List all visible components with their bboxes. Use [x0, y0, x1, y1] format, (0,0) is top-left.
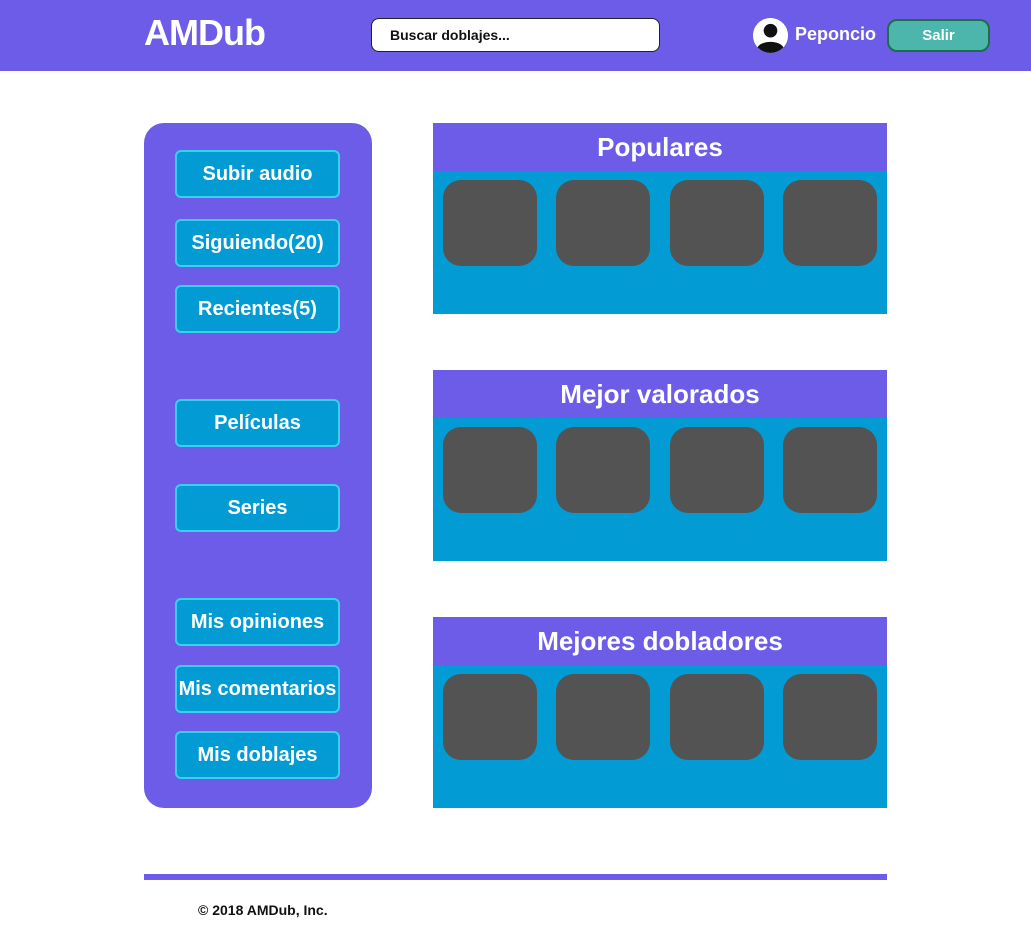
following-button[interactable]: Siguiendo(20): [175, 219, 340, 267]
my-reviews-button[interactable]: Mis opiniones: [175, 598, 340, 646]
dub-thumbnail[interactable]: [670, 427, 764, 513]
dub-thumbnail[interactable]: [783, 180, 877, 266]
user-avatar-icon[interactable]: [753, 18, 788, 53]
upload-audio-button[interactable]: Subir audio: [175, 150, 340, 198]
dub-thumbnail[interactable]: [443, 427, 537, 513]
section-title: Populares: [433, 123, 887, 171]
sidebar: Subir audio Siguiendo(20) Recientes(5) P…: [144, 123, 372, 808]
logout-button[interactable]: Salir: [887, 19, 990, 52]
section-title: Mejores dobladores: [433, 617, 887, 665]
dub-thumbnail[interactable]: [670, 180, 764, 266]
my-comments-button[interactable]: Mis comentarios: [175, 665, 340, 713]
section-best-dubbers: Mejores dobladores: [433, 617, 887, 808]
copyright-text: © 2018 AMDub, Inc.: [198, 902, 328, 918]
search-input[interactable]: [371, 18, 660, 52]
section-popular: Populares: [433, 123, 887, 314]
section-title: Mejor valorados: [433, 370, 887, 418]
my-dubs-button[interactable]: Mis doblajes: [175, 731, 340, 779]
dubber-thumbnail[interactable]: [783, 674, 877, 760]
site-logo[interactable]: AMDub: [144, 12, 266, 54]
series-button[interactable]: Series: [175, 484, 340, 532]
username-label[interactable]: Peponcio: [795, 24, 876, 45]
dubber-thumbnail[interactable]: [670, 674, 764, 760]
dub-thumbnail[interactable]: [783, 427, 877, 513]
dub-thumbnail[interactable]: [443, 180, 537, 266]
dubber-thumbnail[interactable]: [443, 674, 537, 760]
footer-divider: [144, 874, 887, 880]
dub-thumbnail[interactable]: [556, 427, 650, 513]
top-bar: AMDub Peponcio Salir: [0, 0, 1031, 71]
recent-button[interactable]: Recientes(5): [175, 285, 340, 333]
dub-thumbnail[interactable]: [556, 180, 650, 266]
section-top-rated: Mejor valorados: [433, 370, 887, 561]
dubber-thumbnail[interactable]: [556, 674, 650, 760]
movies-button[interactable]: Películas: [175, 399, 340, 447]
